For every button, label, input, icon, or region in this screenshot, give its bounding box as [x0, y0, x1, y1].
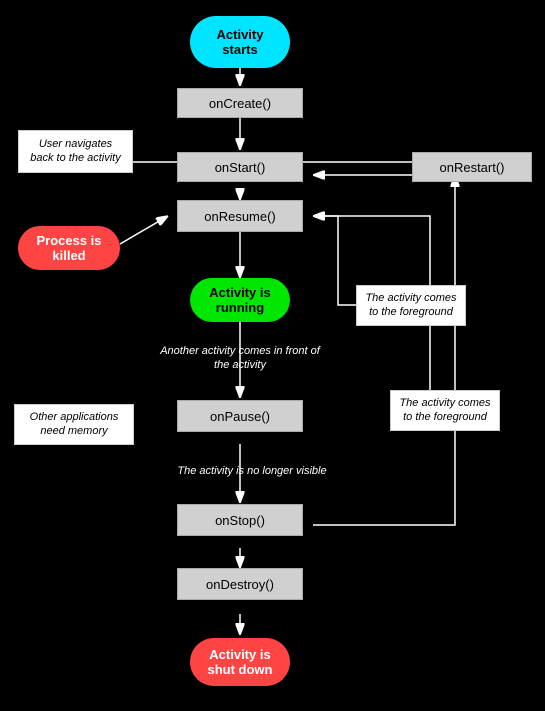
onresume-node: onResume() — [177, 200, 303, 232]
onstart-label: onStart() — [215, 160, 266, 175]
no-longer-visible-text: The activity is no longer visible — [177, 464, 326, 478]
activity-starts-node: Activity starts — [190, 16, 290, 68]
ondestroy-label: onDestroy() — [206, 577, 274, 592]
activity-lifecycle-diagram: Activity starts onCreate() onStart() onR… — [0, 0, 545, 711]
onresume-label: onResume() — [204, 209, 276, 224]
comes-foreground2-text: The activity comes to the foreground — [398, 396, 492, 425]
onstart-node: onStart() — [177, 152, 303, 182]
process-killed-node: Process is killed — [18, 226, 120, 270]
another-activity-label: Another activity comes in front of the a… — [160, 344, 320, 373]
activity-running-label: Activity is running — [206, 285, 274, 315]
comes-foreground1-label: The activity comes to the foreground — [356, 285, 466, 326]
oncreate-node: onCreate() — [177, 88, 303, 118]
another-activity-text: Another activity comes in front of the a… — [160, 344, 320, 373]
comes-foreground2-label: The activity comes to the foreground — [390, 390, 500, 431]
comes-foreground1-text: The activity comes to the foreground — [364, 291, 458, 320]
oncreate-label: onCreate() — [209, 96, 271, 111]
onrestart-node: onRestart() — [412, 152, 532, 182]
process-killed-label: Process is killed — [34, 233, 104, 263]
activity-running-node: Activity is running — [190, 278, 290, 322]
ondestroy-node: onDestroy() — [177, 568, 303, 600]
user-navigates-text: User navigates back to the activity — [27, 137, 124, 166]
onpause-label: onPause() — [210, 409, 270, 424]
onstop-label: onStop() — [215, 513, 265, 528]
activity-shutdown-label: Activity is shut down — [206, 647, 274, 677]
onpause-node: onPause() — [177, 400, 303, 432]
activity-starts-label: Activity starts — [206, 27, 274, 57]
other-apps-label: Other applications need memory — [14, 404, 134, 445]
user-navigates-label: User navigates back to the activity — [18, 130, 133, 173]
onstop-node: onStop() — [177, 504, 303, 536]
activity-shutdown-node: Activity is shut down — [190, 638, 290, 686]
no-longer-visible-label: The activity is no longer visible — [152, 464, 352, 478]
other-apps-text: Other applications need memory — [22, 410, 126, 439]
onrestart-label: onRestart() — [439, 160, 504, 175]
